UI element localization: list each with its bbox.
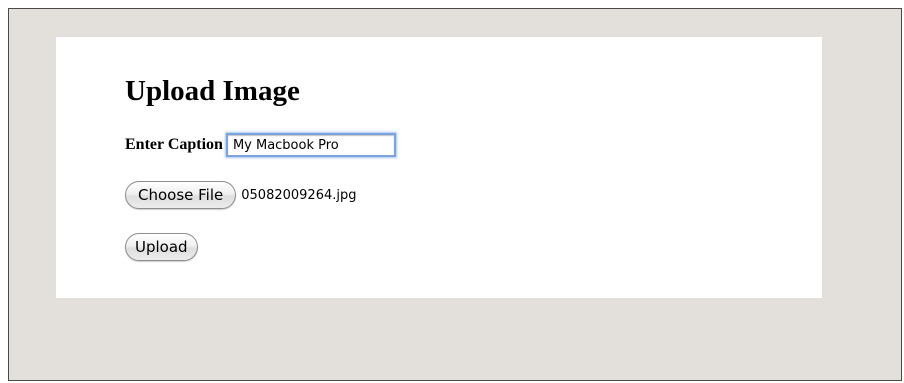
caption-label: Enter Caption bbox=[125, 136, 223, 153]
page-background: Upload Image Enter Caption Choose File 0… bbox=[8, 8, 902, 381]
submit-row: Upload bbox=[125, 232, 198, 262]
caption-input[interactable] bbox=[225, 133, 396, 157]
selected-file-name: 05082009264.jpg bbox=[241, 187, 357, 203]
upload-form-card: Upload Image Enter Caption Choose File 0… bbox=[56, 37, 822, 298]
choose-file-button[interactable]: Choose File bbox=[125, 181, 237, 209]
caption-row: Enter Caption bbox=[125, 133, 396, 157]
file-picker-row: Choose File 05082009264.jpg bbox=[125, 180, 356, 210]
page-title: Upload Image bbox=[125, 75, 300, 107]
upload-button[interactable]: Upload bbox=[125, 233, 198, 261]
